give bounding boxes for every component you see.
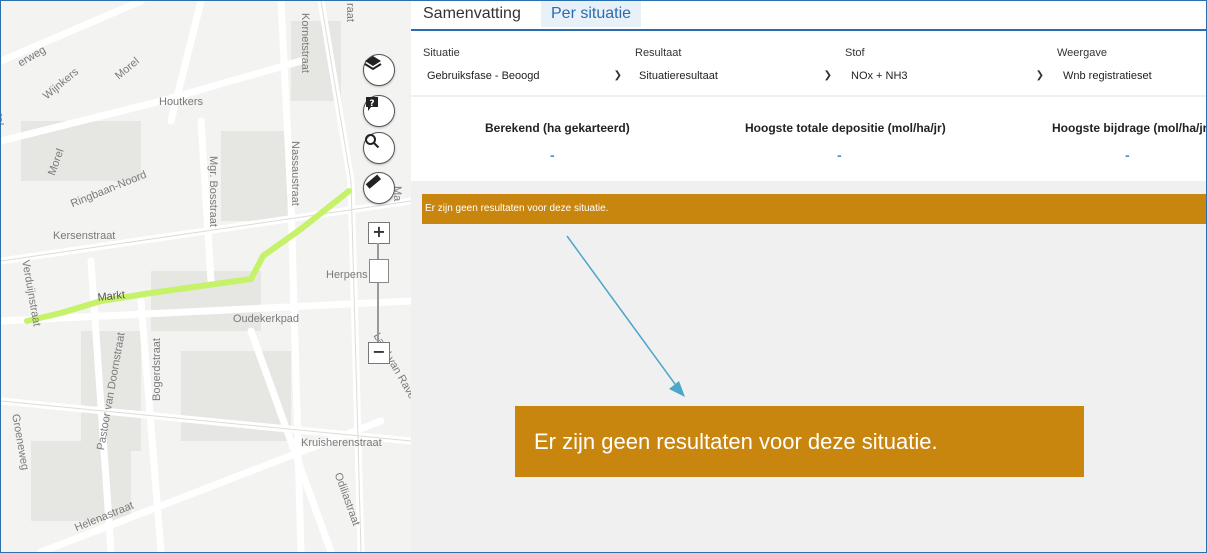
callout-message: Er zijn geen resultaten voor deze situat… bbox=[515, 406, 1084, 477]
app-frame: erweg Wijnkers Morel Houtkers Morel Ring… bbox=[0, 0, 1207, 553]
